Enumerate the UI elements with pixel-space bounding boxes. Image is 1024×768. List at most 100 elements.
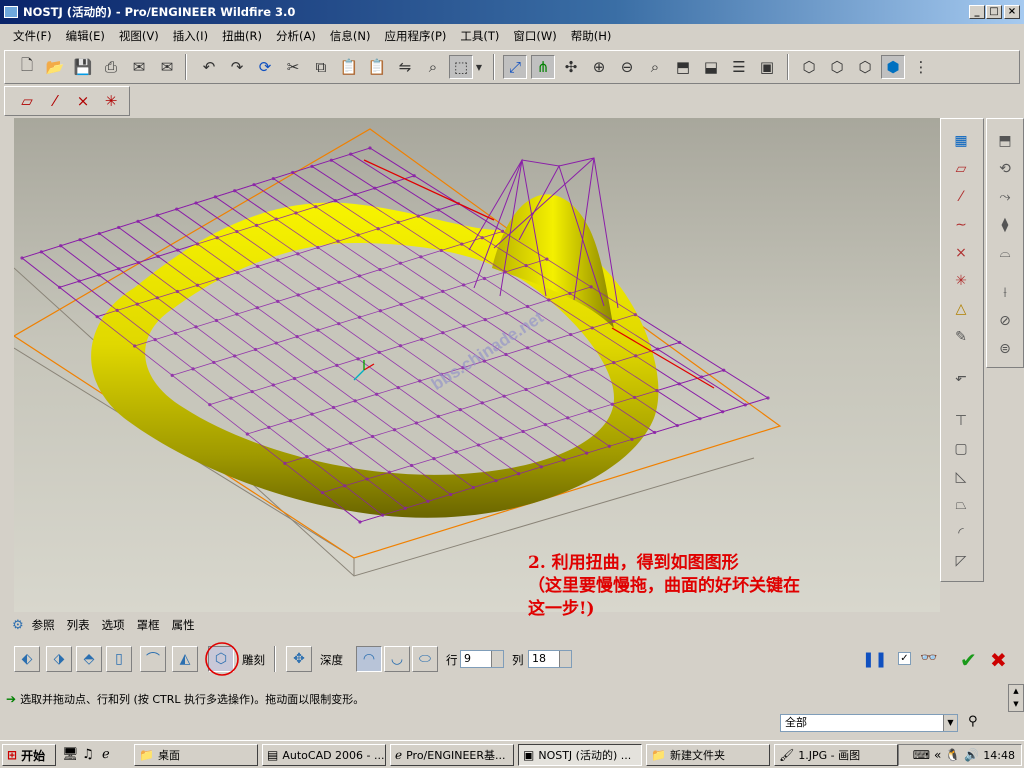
mesh-drag-point[interactable] bbox=[398, 261, 403, 265]
mesh-drag-point[interactable] bbox=[195, 242, 200, 246]
mesh-drag-point[interactable] bbox=[233, 354, 237, 358]
mesh-drag-point[interactable] bbox=[373, 186, 377, 190]
mesh-drag-point[interactable] bbox=[612, 360, 616, 365]
sketch-tool-icon[interactable]: ✎ bbox=[947, 325, 975, 349]
rib-icon[interactable]: ◺ bbox=[947, 465, 975, 489]
mesh-drag-point[interactable] bbox=[291, 170, 295, 175]
mesh-drag-point[interactable] bbox=[296, 293, 300, 297]
mesh-drag-point[interactable] bbox=[292, 376, 297, 381]
trim-icon[interactable]: ⊘ bbox=[991, 309, 1019, 333]
mail-attach-icon[interactable]: ✉ bbox=[155, 55, 179, 79]
mesh-drag-point[interactable] bbox=[255, 306, 259, 310]
mesh-drag-point[interactable] bbox=[504, 352, 508, 357]
mesh-drag-point[interactable] bbox=[656, 347, 660, 351]
mesh-drag-point[interactable] bbox=[420, 337, 424, 341]
accept-check-icon[interactable]: ✔ bbox=[960, 648, 977, 672]
new-file-icon[interactable]: 🗋 bbox=[15, 55, 39, 79]
saved-views-icon[interactable]: ⬓ bbox=[699, 55, 723, 79]
save-icon[interactable]: 💾 bbox=[71, 55, 95, 79]
mesh-drag-point[interactable] bbox=[335, 363, 339, 368]
draft-icon[interactable]: ⏢ bbox=[947, 493, 975, 517]
mesh-drag-point[interactable] bbox=[398, 344, 403, 348]
tab-list[interactable]: 列表 bbox=[61, 617, 96, 633]
regenerate-icon[interactable]: ⟳ bbox=[253, 55, 277, 79]
mesh-drag-point[interactable] bbox=[545, 257, 549, 261]
mesh-drag-point[interactable] bbox=[95, 315, 99, 319]
mesh-drag-point[interactable] bbox=[698, 417, 702, 421]
mesh-drag-point[interactable] bbox=[215, 236, 219, 240]
view-manager-icon[interactable]: ▣ bbox=[755, 55, 779, 79]
message-scrollbar[interactable]: ▲ ▼ bbox=[1008, 684, 1024, 712]
datum-point-icon[interactable]: × bbox=[947, 241, 975, 265]
mesh-drag-point[interactable] bbox=[517, 472, 521, 476]
mesh-drag-point[interactable] bbox=[426, 499, 430, 503]
depth-symmetric-icon[interactable]: ⬭ bbox=[412, 646, 438, 672]
mesh-drag-point[interactable] bbox=[589, 285, 593, 289]
mesh-drag-point[interactable] bbox=[250, 389, 254, 394]
wireframe-icon[interactable]: ⬡ bbox=[797, 55, 821, 79]
zoom-out-icon[interactable]: ⊖ bbox=[615, 55, 639, 79]
mesh-drag-point[interactable] bbox=[357, 315, 362, 319]
mesh-drag-point[interactable] bbox=[590, 367, 594, 371]
mesh-drag-point[interactable] bbox=[403, 506, 407, 510]
mesh-drag-point[interactable] bbox=[634, 354, 638, 358]
mirror-icon[interactable]: ⇋ bbox=[393, 55, 417, 79]
redo-icon[interactable]: ↷ bbox=[225, 55, 249, 79]
mesh-drag-point[interactable] bbox=[655, 389, 659, 393]
mesh-drag-point[interactable] bbox=[365, 477, 369, 481]
mesh-drag-point[interactable] bbox=[370, 434, 375, 439]
mesh-drag-point[interactable] bbox=[245, 432, 249, 436]
mesh-drag-point[interactable] bbox=[482, 276, 487, 281]
mesh-drag-point[interactable] bbox=[213, 195, 217, 199]
mesh-drag-point[interactable] bbox=[525, 346, 530, 350]
preview-checkbox[interactable]: ✓ bbox=[898, 652, 911, 665]
mesh-drag-point[interactable] bbox=[254, 223, 259, 227]
mesh-drag-point[interactable] bbox=[175, 207, 179, 211]
hidden-line-icon[interactable]: ⬡ bbox=[825, 55, 849, 79]
chevron-down-icon[interactable]: ▼ bbox=[943, 715, 957, 731]
mesh-drag-point[interactable] bbox=[419, 255, 423, 259]
mesh-drag-point[interactable] bbox=[471, 485, 475, 490]
mesh-drag-point[interactable] bbox=[317, 287, 321, 291]
mesh-drag-point[interactable] bbox=[274, 341, 278, 345]
datum-axis-icon[interactable]: ⁄ bbox=[947, 185, 975, 209]
chevron-down-icon[interactable]: ▼ bbox=[473, 55, 485, 79]
menu-applications[interactable]: 应用程序(P) bbox=[377, 28, 453, 44]
tab-marquee[interactable]: 罩框 bbox=[131, 617, 166, 633]
mesh-drag-point[interactable] bbox=[441, 289, 445, 293]
mesh-drag-point[interactable] bbox=[155, 213, 159, 217]
mesh-drag-point[interactable] bbox=[610, 402, 614, 406]
mesh-drag-point[interactable] bbox=[337, 280, 341, 284]
mesh-drag-point[interactable] bbox=[310, 412, 314, 416]
cut-icon[interactable]: ✂ bbox=[281, 55, 305, 79]
menu-tools[interactable]: 工具(T) bbox=[453, 28, 506, 44]
mesh-drag-point[interactable] bbox=[387, 470, 391, 474]
selection-filter-dropdown[interactable]: 全部 ▼ bbox=[780, 714, 958, 732]
undo-icon[interactable]: ↶ bbox=[197, 55, 221, 79]
repaint-icon[interactable]: ⤢ bbox=[503, 55, 527, 79]
mesh-drag-point[interactable] bbox=[271, 383, 275, 387]
menu-window[interactable]: 窗口(W) bbox=[506, 28, 563, 44]
mesh-drag-point[interactable] bbox=[156, 254, 160, 258]
revolve-icon[interactable]: ⟲ bbox=[991, 157, 1019, 181]
mesh-drag-point[interactable] bbox=[699, 375, 704, 379]
qq-icon[interactable]: 🐧 bbox=[945, 748, 960, 762]
mesh-drag-point[interactable] bbox=[314, 370, 318, 374]
spine-tool-icon[interactable]: ⬘ bbox=[76, 646, 102, 672]
spin-center-icon[interactable]: ⋔ bbox=[531, 55, 555, 79]
column-count-input[interactable]: 18 bbox=[528, 650, 572, 668]
mesh-drag-point[interactable] bbox=[233, 189, 237, 193]
task-new-folder[interactable]: 📁 新建文件夹 bbox=[646, 744, 770, 766]
mesh-drag-point[interactable] bbox=[288, 419, 293, 423]
mesh-drag-point[interactable] bbox=[235, 312, 239, 316]
mesh-drag-point[interactable] bbox=[20, 256, 24, 260]
copy-icon[interactable]: ⧉ bbox=[309, 55, 333, 79]
mesh-drag-point[interactable] bbox=[524, 263, 528, 268]
start-button[interactable]: ⊞ 开始 bbox=[2, 744, 56, 766]
menu-analysis[interactable]: 分析(A) bbox=[269, 28, 323, 44]
mesh-drag-point[interactable] bbox=[585, 451, 589, 455]
mesh-drag-point[interactable] bbox=[194, 201, 198, 205]
mesh-drag-point[interactable] bbox=[376, 227, 380, 231]
mesh-drag-point[interactable] bbox=[331, 405, 336, 410]
transform-tool-icon[interactable]: ⬖ bbox=[14, 646, 40, 672]
